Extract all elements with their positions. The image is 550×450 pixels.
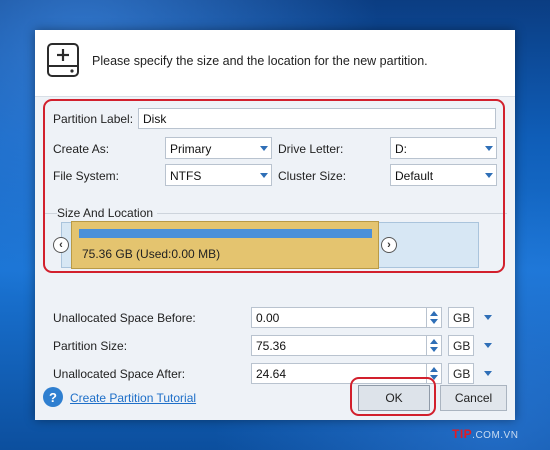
add-disk-icon	[46, 41, 80, 79]
ok-highlight-outline	[350, 377, 436, 416]
partition-size-unit[interactable]: GB	[448, 335, 474, 356]
watermark-suffix: .COM.VN	[472, 430, 519, 441]
dialog-body: Partition Label: Disk Create As: Primary…	[35, 96, 515, 420]
dialog-description: Please specify the size and the location…	[92, 54, 428, 68]
dialog-header: Please specify the size and the location…	[35, 30, 515, 96]
space-before-caption: Unallocated Space Before:	[53, 311, 196, 325]
partition-size-caption: Partition Size:	[53, 339, 128, 353]
space-after-unit[interactable]: GB	[448, 363, 474, 384]
chevron-down-icon[interactable]	[481, 307, 495, 328]
help-icon[interactable]: ?	[43, 387, 63, 407]
space-before-input[interactable]: 0.00	[251, 307, 427, 328]
create-partition-dialog: Please specify the size and the location…	[35, 30, 515, 420]
create-partition-tutorial-link[interactable]: Create Partition Tutorial	[70, 391, 196, 405]
chevron-down-icon[interactable]	[481, 363, 495, 384]
watermark-brand: TIP	[452, 427, 473, 441]
form-highlight-outline	[43, 99, 505, 273]
partition-size-input[interactable]: 75.36	[251, 335, 427, 356]
space-before-stepper[interactable]	[427, 307, 442, 328]
watermark-logo: TIP.COM.VN	[452, 427, 518, 441]
chevron-down-icon[interactable]	[481, 335, 495, 356]
partition-size-stepper[interactable]	[427, 335, 442, 356]
space-after-caption: Unallocated Space After:	[53, 367, 186, 381]
cancel-button[interactable]: Cancel	[440, 385, 507, 411]
space-before-unit[interactable]: GB	[448, 307, 474, 328]
